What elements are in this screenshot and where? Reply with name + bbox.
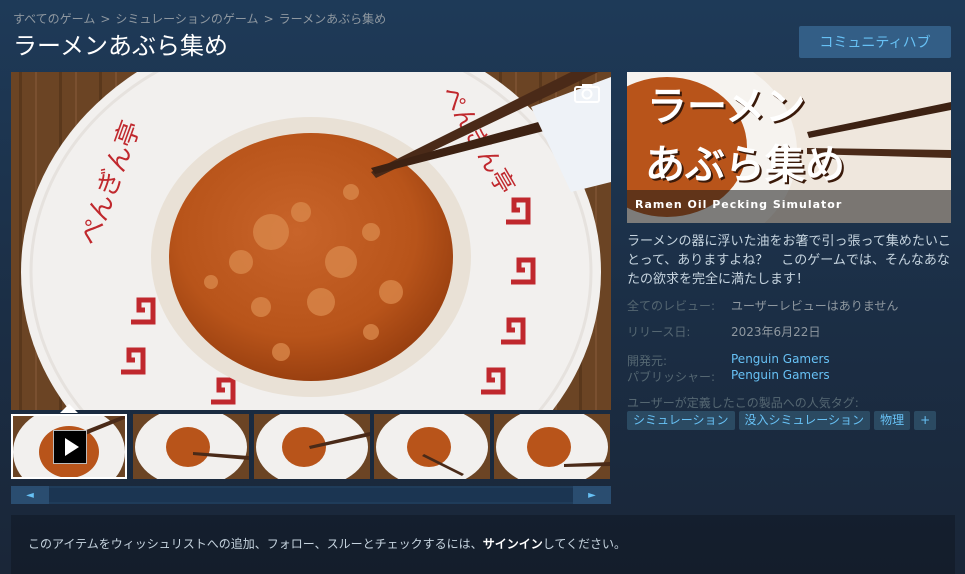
signin-text-before: このアイテムをウィッシュリストへの追加、フォロー、スルーとチェックするには、: [28, 537, 483, 551]
tag-immersive-sim[interactable]: 没入シミュレーション: [738, 411, 871, 430]
publisher-link[interactable]: Penguin Gamers: [731, 368, 830, 382]
scrollbar-thumb[interactable]: [49, 488, 573, 502]
signin-notice: このアイテムをウィッシュリストへの追加、フォロー、スルーとチェックするには、サイ…: [11, 515, 955, 574]
game-description: ラーメンの器に浮いた油をお箸で引っ張って集めたいことって、ありますよね？ このゲ…: [627, 234, 951, 287]
play-icon[interactable]: [53, 430, 87, 464]
community-hub-button[interactable]: コミュニティハブ: [799, 26, 951, 58]
arrow-right-icon[interactable]: ►: [573, 486, 611, 504]
header-capsule-image: ラーメン あぶら集め Ramen Oil Pecking Simulator: [627, 72, 951, 223]
tag-physics[interactable]: 物理: [874, 411, 911, 430]
thumbnail-scrollbar[interactable]: ◄ ►: [11, 486, 611, 504]
logo-line2: あぶら集め: [645, 141, 845, 188]
developer-link[interactable]: Penguin Gamers: [731, 352, 830, 366]
logo-line1: ラーメン: [647, 83, 806, 130]
camera-icon: [573, 82, 601, 104]
thumbnail-screenshot[interactable]: [374, 414, 490, 479]
tags-label: ユーザーが定義したこの製品への人気タグ:: [627, 396, 859, 410]
breadcrumb-simulation[interactable]: シミュレーションのゲーム: [115, 12, 258, 26]
breadcrumb-all-games[interactable]: すべてのゲーム: [13, 12, 95, 26]
breadcrumb-current-game[interactable]: ラーメンあぶら集め: [279, 12, 387, 26]
page-title: ラーメンあぶら集め: [13, 32, 229, 60]
arrow-left-icon[interactable]: ◄: [11, 486, 49, 504]
release-date-label: リリース日:: [627, 325, 691, 339]
signin-text: このアイテムをウィッシュリストへの追加、フォロー、スルーとチェックするには、サイ…: [28, 535, 626, 552]
breadcrumb: すべてのゲーム > シミュレーションのゲーム > ラーメンあぶら集め: [13, 10, 386, 27]
breadcrumb-separator: >: [100, 12, 111, 26]
tag-simulation[interactable]: シミュレーション: [627, 411, 735, 430]
thumbnail-strip: [11, 414, 611, 481]
thumbnail-screenshot[interactable]: [133, 414, 249, 479]
reviews-value: ユーザーレビューはありません: [731, 299, 899, 313]
developer-label: 開発元:: [627, 354, 668, 368]
publisher-label: パブリッシャー:: [627, 370, 716, 384]
release-date-value: 2023年6月22日: [731, 325, 821, 339]
reviews-label: 全てのレビュー:: [627, 299, 716, 313]
tag-list: シミュレーション 没入シミュレーション 物理 +: [627, 411, 937, 430]
thumbnail-screenshot[interactable]: [254, 414, 370, 479]
breadcrumb-separator: >: [263, 12, 274, 26]
thumbnail-video[interactable]: [11, 414, 127, 479]
signin-link[interactable]: サインイン: [483, 537, 543, 551]
selected-thumb-indicator: [60, 404, 78, 413]
logo-subtitle: Ramen Oil Pecking Simulator: [635, 198, 843, 211]
signin-text-after: してください。: [542, 537, 626, 551]
main-screenshot[interactable]: ぺんぎん亭 ぺんぎん亭: [11, 72, 611, 410]
tag-more-button[interactable]: +: [914, 411, 937, 430]
thumbnail-screenshot[interactable]: [494, 414, 610, 479]
